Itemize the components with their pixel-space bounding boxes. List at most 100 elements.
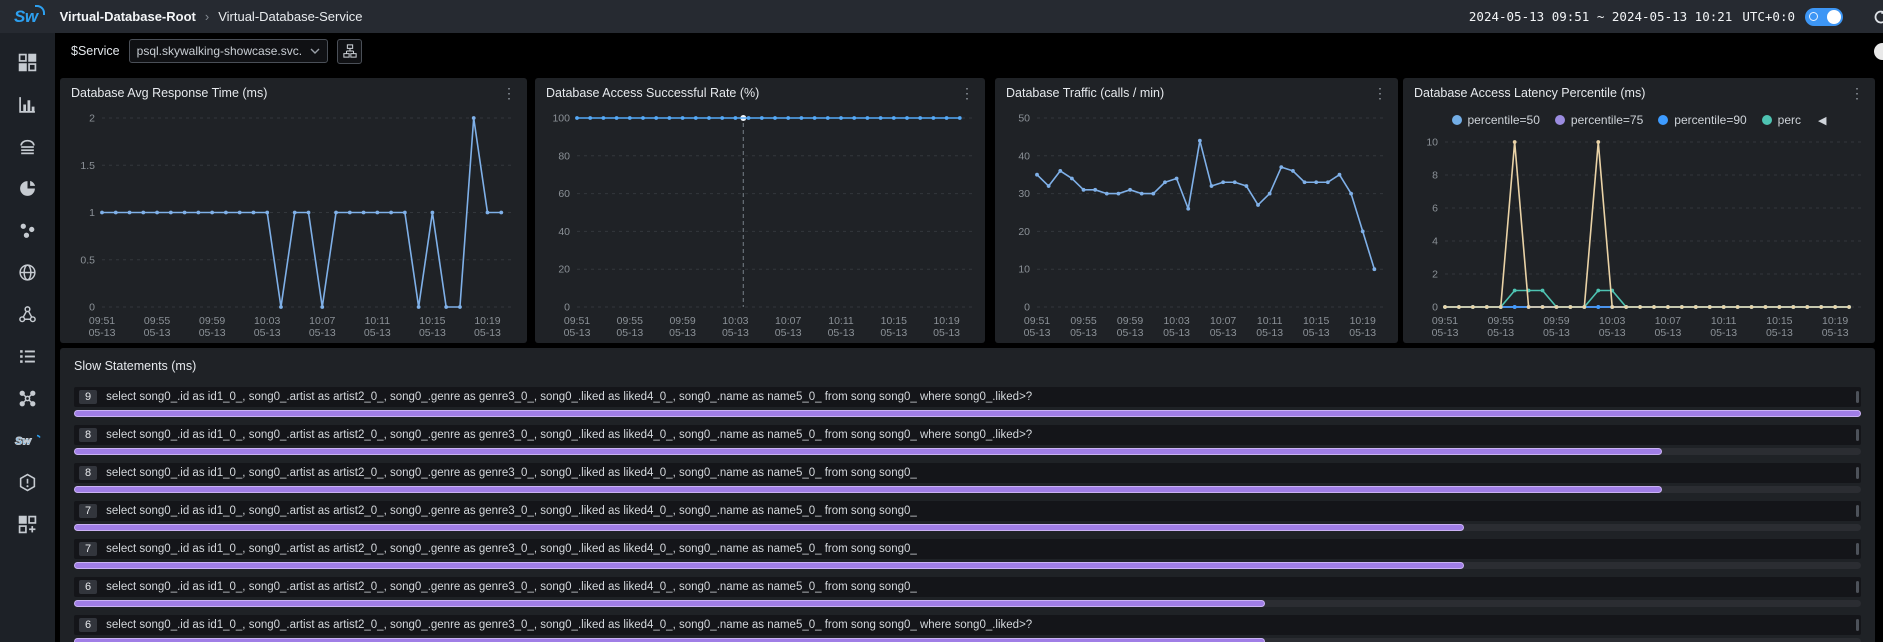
sql-statement[interactable]: 9 select song0_.id as id1_0_, song0_.arti… <box>74 387 1861 407</box>
breadcrumb-root[interactable]: Virtual-Database-Root <box>60 9 196 24</box>
svg-text:0: 0 <box>1024 302 1030 314</box>
sql-text: select song0_.id as id1_0_, song0_.artis… <box>106 619 1032 631</box>
breadcrumb-service[interactable]: Virtual-Database-Service <box>218 9 362 24</box>
svg-text:05-13: 05-13 <box>1256 327 1283 339</box>
service-topology-button[interactable] <box>337 39 362 64</box>
latency-bar-track <box>74 638 1861 642</box>
latency-bar-track <box>74 524 1861 531</box>
row-scrollbar[interactable] <box>1856 581 1859 593</box>
svg-text:05-13: 05-13 <box>1766 327 1793 339</box>
time-range-picker[interactable]: 2024-05-13 09:51 ~ 2024-05-13 10:21 <box>1469 9 1732 24</box>
chart-menu-icon[interactable]: ⋮ <box>1373 86 1387 100</box>
service-select-value: psql.skywalking-showcase.svc. <box>137 44 302 58</box>
sidebar-item-database[interactable] <box>0 125 55 167</box>
row-scrollbar[interactable] <box>1856 505 1859 517</box>
latency-bar <box>74 486 1662 493</box>
refresh-icon[interactable] <box>1872 8 1883 26</box>
svg-text:05-13: 05-13 <box>419 327 446 339</box>
row-scrollbar[interactable] <box>1856 619 1859 631</box>
sidebar-item-metrics[interactable] <box>0 83 55 125</box>
skywalking-logo[interactable]: Sw <box>14 7 38 27</box>
row-scrollbar[interactable] <box>1856 429 1859 441</box>
svg-text:1: 1 <box>89 207 95 219</box>
svg-text:05-13: 05-13 <box>364 327 391 339</box>
svg-text:05-13: 05-13 <box>1710 327 1737 339</box>
svg-text:0: 0 <box>1432 302 1438 314</box>
sidebar-item-dashboards[interactable] <box>0 41 55 83</box>
chart-canvas[interactable]: 02040608010009:5105-1309:5505-1309:5905-… <box>535 108 985 343</box>
sidebar-item-browser[interactable] <box>0 251 55 293</box>
sql-statement[interactable]: 8select song0_.id as id1_0_, song0_.arti… <box>74 463 1861 483</box>
sidebar-item-service-mesh[interactable] <box>0 377 55 419</box>
legend-item[interactable]: percentile=90 <box>1658 113 1746 127</box>
legend-prev-icon[interactable]: ◀ <box>1818 114 1826 127</box>
svg-text:09:55: 09:55 <box>1070 315 1096 327</box>
svg-text:40: 40 <box>558 226 570 238</box>
svg-text:05-13: 05-13 <box>775 327 802 339</box>
svg-text:100: 100 <box>552 113 570 125</box>
slow-statements-panel: Slow Statements (ms) 9select song0_.id a… <box>60 348 1875 642</box>
chart-menu-icon[interactable]: ⋮ <box>1850 86 1864 100</box>
legend-item[interactable]: percentile=75 <box>1555 113 1643 127</box>
sidebar-item-log[interactable] <box>0 335 55 377</box>
sidebar-item-widgets[interactable] <box>0 503 55 545</box>
svg-text:10:15: 10:15 <box>1766 315 1792 327</box>
svg-text:05-13: 05-13 <box>669 327 696 339</box>
svg-text:80: 80 <box>558 150 570 162</box>
svg-text:05-13: 05-13 <box>1432 327 1459 339</box>
svg-text:09:59: 09:59 <box>1543 315 1569 327</box>
sidebar-item-pie[interactable] <box>0 167 55 209</box>
sql-statement[interactable]: 6select song0_.id as id1_0_, song0_.arti… <box>74 577 1861 597</box>
sidebar-item-sampling[interactable] <box>0 209 55 251</box>
latency-bar-track <box>74 486 1861 493</box>
svg-text:05-13: 05-13 <box>199 327 226 339</box>
slow-statement-row: 8select song0_.id as id1_0_, song0_.arti… <box>74 463 1861 493</box>
svg-text:09:51: 09:51 <box>89 315 115 327</box>
svg-text:05-13: 05-13 <box>144 327 171 339</box>
chart-canvas[interactable]: 0102030405009:5105-1309:5505-1309:5905-1… <box>995 108 1398 343</box>
chart-menu-icon[interactable]: ⋮ <box>960 86 974 100</box>
svg-text:05-13: 05-13 <box>1349 327 1376 339</box>
svg-text:10: 10 <box>1426 137 1438 149</box>
svg-text:50: 50 <box>1018 113 1030 125</box>
chart-canvas[interactable]: 00.511.5209:5105-1309:5505-1309:5905-131… <box>60 108 527 343</box>
auto-refresh-toggle[interactable] <box>1805 8 1843 26</box>
cutoff-toggle-knob[interactable] <box>1874 43 1883 60</box>
latency-bar <box>74 524 1464 531</box>
sql-text: select song0_.id as id1_0_, song0_.artis… <box>106 543 917 555</box>
row-scrollbar[interactable] <box>1856 543 1859 555</box>
svg-text:05-13: 05-13 <box>933 327 960 339</box>
svg-text:10:03: 10:03 <box>254 315 280 327</box>
sql-statement[interactable]: 8select song0_.id as id1_0_, song0_.arti… <box>74 425 1861 445</box>
legend-item[interactable]: percentile=50 <box>1452 113 1540 127</box>
latency-bar <box>74 410 1861 417</box>
legend-label: percentile=90 <box>1674 113 1746 127</box>
chart-canvas[interactable]: 024681009:5105-1309:5505-1309:5905-1310:… <box>1403 132 1875 343</box>
row-scrollbar[interactable] <box>1856 467 1859 479</box>
sidebar-item-skywalking[interactable]: Sw <box>0 419 55 461</box>
svg-text:20: 20 <box>1018 226 1030 238</box>
legend-item[interactable]: perc <box>1762 113 1801 127</box>
svg-text:09:59: 09:59 <box>199 315 225 327</box>
service-select[interactable]: psql.skywalking-showcase.svc. <box>129 39 328 63</box>
chart-menu-icon[interactable]: ⋮ <box>502 86 516 100</box>
top-header-bar: Sw Virtual-Database-Root › Virtual-Datab… <box>0 0 1883 33</box>
sidebar-item-topology[interactable] <box>0 293 55 335</box>
latency-bar-track <box>74 600 1861 607</box>
svg-text:10:19: 10:19 <box>933 315 959 327</box>
row-scrollbar[interactable] <box>1856 391 1859 403</box>
sql-text: select song0_.id as id1_0_, song0_.artis… <box>106 391 1032 403</box>
sidebar-item-alarm[interactable] <box>0 461 55 503</box>
sql-statement[interactable]: 6select song0_.id as id1_0_, song0_.arti… <box>74 615 1861 635</box>
svg-text:05-13: 05-13 <box>474 327 501 339</box>
dashboard-grid-icon <box>18 53 37 72</box>
svg-text:05-13: 05-13 <box>89 327 116 339</box>
statement-latency-badge: 9 <box>79 390 97 404</box>
sql-statement[interactable]: 7select song0_.id as id1_0_, song0_.arti… <box>74 539 1861 559</box>
sql-statement[interactable]: 7select song0_.id as id1_0_, song0_.arti… <box>74 501 1861 521</box>
svg-text:60: 60 <box>558 188 570 200</box>
legend-dot <box>1555 115 1565 125</box>
statement-latency-badge: 8 <box>79 466 97 480</box>
slow-statement-row: 9 select song0_.id as id1_0_, song0_.arti… <box>74 387 1861 417</box>
globe-icon <box>18 263 37 282</box>
